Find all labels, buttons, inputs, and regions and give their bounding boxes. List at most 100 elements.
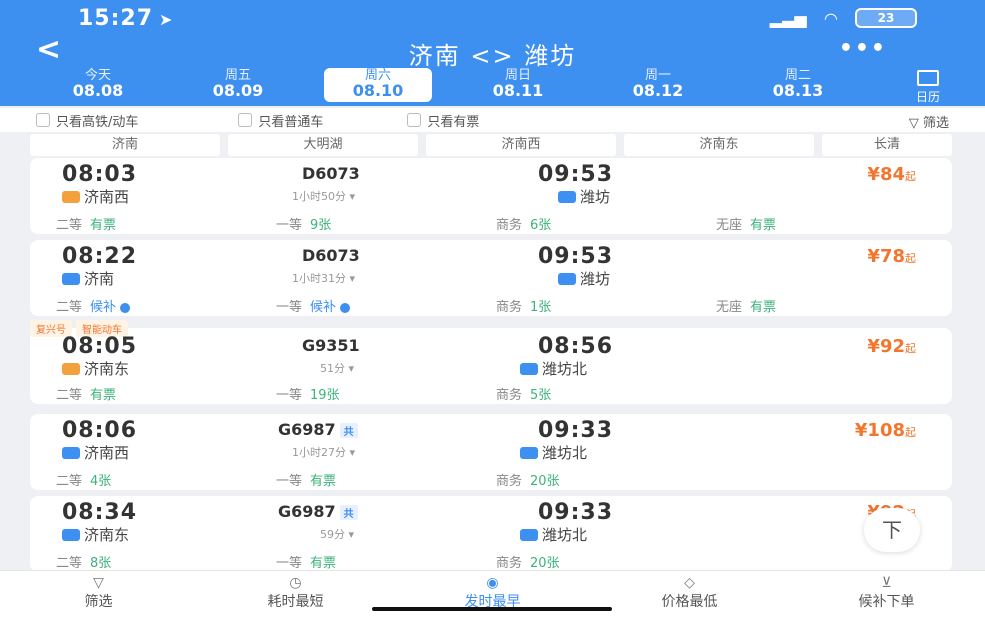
station-tab[interactable]: 济南东	[624, 134, 814, 156]
departure-time: 08:03	[62, 162, 138, 187]
arrival-time: 09:53	[538, 162, 614, 187]
date-item[interactable]: 今天 08.08	[28, 68, 168, 102]
price: ¥92起	[867, 336, 916, 357]
train-card[interactable]: 08:34 济南东 G6987共 59分 ▾ 09:33 潍坊北 ¥92起 二等…	[30, 496, 952, 570]
departure-station: 济南西	[84, 188, 130, 206]
tab-waitlist-order[interactable]: ⊻ 候补下单	[788, 571, 985, 617]
calendar-button[interactable]: 日历	[898, 70, 958, 105]
tab-lowest-price[interactable]: ◇ 价格最低	[591, 571, 788, 617]
duration-dropdown[interactable]: 59分 ▾	[320, 526, 354, 542]
waitlist-icon	[340, 302, 351, 313]
pass-station-icon	[62, 446, 80, 459]
battery-icon: 23	[855, 8, 917, 28]
high-speed-only-checkbox[interactable]: 只看高铁/动车	[36, 111, 138, 130]
train-card[interactable]: 08:06 济南西 G6987 共 1小时27分 ▾ 09:33 潍坊北 ¥108…	[30, 414, 952, 490]
departure-station: 济南	[84, 270, 115, 288]
status-time: 15:27 ➤	[78, 6, 174, 31]
pass-station-icon	[62, 528, 80, 541]
date-selector: 今天 08.08 周五 08.09 周六 08.10 周日 08.11 周一 08.12 …	[28, 68, 958, 105]
duration-dropdown[interactable]: 51分 ▾	[320, 360, 354, 376]
normal-only-checkbox[interactable]: 只看普通车	[238, 111, 323, 130]
filter-bar: 只看高铁/动车 只看普通车 只看有票 ▽ 筛选	[0, 108, 985, 132]
station-tab[interactable]: 济南西	[426, 134, 616, 156]
station-tabs: 济南 大明湖 济南西 济南东 长清	[30, 134, 952, 156]
arrival-time: 09:33	[538, 500, 614, 525]
departure-time: 08:05	[62, 334, 138, 359]
cart-icon: ⊻	[881, 575, 892, 591]
date-item-selected[interactable]: 周六 08.10	[324, 68, 432, 102]
pass-station-icon	[520, 362, 538, 375]
nav-bar: < 济南 <> 潍坊 •••	[0, 32, 985, 70]
arrival-time: 08:56	[538, 334, 614, 359]
home-indicator	[372, 607, 612, 611]
date-item[interactable]: 周日 08.11	[448, 68, 588, 102]
date-item[interactable]: 周五 08.09	[168, 68, 308, 102]
checkbox-icon	[36, 113, 50, 127]
departure-time: 08:22	[62, 244, 138, 269]
checkbox-icon	[407, 113, 422, 127]
calendar-icon	[917, 70, 939, 86]
tag-icon: ◇	[684, 575, 695, 591]
train-list: 08:03 济南西 D6073 1小时50分 ▾ 09:53 潍坊 ¥84起 二…	[30, 158, 952, 570]
price: ¥84起	[867, 164, 916, 185]
departure-time: 08:06	[62, 418, 138, 443]
origin-station-icon	[62, 362, 80, 375]
train-number: G6987 共	[278, 420, 358, 439]
train-card[interactable]: 复兴号 智能动车 08:05 济南东 G9351 51分 ▾ 08:56 潍坊北…	[30, 320, 952, 404]
pass-station-icon	[558, 272, 576, 285]
train-card[interactable]: 08:22 济南 D6073 1小时31分 ▾ 09:53 潍坊 ¥78起 二等…	[30, 240, 952, 316]
date-item[interactable]: 周二 08.13	[728, 68, 868, 102]
page-title: 济南 <> 潍坊	[408, 42, 577, 70]
duration-dropdown[interactable]: 1小时50分 ▾	[292, 188, 355, 204]
station-tab[interactable]: 大明湖	[228, 134, 418, 156]
train-number: G9351	[302, 336, 360, 355]
signal-icon: ▂▃▅	[769, 8, 807, 28]
header: 15:27 ➤ ▂▃▅ ◠ 23 < 济南 <> 潍坊 ••• 今天 08.08 周…	[0, 0, 985, 106]
seat-info: 二等 有票 一等 19张 商务 5张	[56, 388, 552, 403]
seat-info: 二等 4张 一等 有票 商务 20张	[56, 474, 560, 489]
checkbox-icon	[238, 113, 253, 127]
train-number: D6073	[302, 164, 360, 183]
train-card[interactable]: 08:03 济南西 D6073 1小时50分 ▾ 09:53 潍坊 ¥84起 二…	[30, 158, 952, 234]
clock-icon: ◷	[289, 575, 302, 591]
wifi-icon: ◠	[824, 8, 837, 28]
bottom-tabbar: ▽ 筛选 ◷ 耗时最短 ◉ 发时最早 ◇ 价格最低 ⊻ 候补下单	[0, 570, 985, 617]
shared-train-badge: 共	[339, 423, 358, 438]
shared-train-badge: 共	[339, 505, 358, 520]
pass-station-icon	[558, 190, 576, 203]
more-button[interactable]: •••	[839, 36, 887, 61]
departure-time: 08:34	[62, 500, 138, 525]
departure-station: 济南西	[84, 444, 130, 462]
pass-station-icon	[62, 272, 80, 285]
departure-station: 济南东	[84, 360, 130, 378]
filter-button[interactable]: ▽ 筛选	[909, 112, 949, 131]
seat-info: 二等 候补 一等 候补 商务 1张 无座 有票	[56, 300, 777, 315]
pass-station-icon	[520, 446, 538, 459]
arrival-station: 潍坊北	[542, 444, 588, 462]
status-bar: 15:27 ➤ ▂▃▅ ◠ 23	[0, 6, 985, 32]
available-only-checkbox[interactable]: 只看有票	[407, 111, 479, 130]
waitlist-icon	[120, 302, 131, 313]
filter-icon: ▽	[93, 575, 104, 591]
train-number: D6073	[302, 246, 360, 265]
date-item[interactable]: 周一 08.12	[588, 68, 728, 102]
tab-filter[interactable]: ▽ 筛选	[0, 571, 197, 617]
duration-dropdown[interactable]: 1小时31分 ▾	[292, 270, 355, 286]
duration-dropdown[interactable]: 1小时27分 ▾	[292, 444, 355, 460]
departure-station: 济南东	[84, 526, 130, 544]
price: ¥78起	[867, 246, 916, 267]
arrival-time: 09:53	[538, 244, 614, 269]
circle-icon: ◉	[486, 575, 499, 591]
train-number: G6987 共	[278, 502, 358, 521]
price: ¥108起	[854, 420, 916, 441]
tab-shortest-duration[interactable]: ◷ 耗时最短	[197, 571, 394, 617]
scroll-top-button[interactable]: 下	[864, 508, 920, 552]
arrival-station: 潍坊北	[542, 526, 588, 544]
seat-info: 二等 8张 一等 有票 商务 20张	[56, 556, 560, 570]
seat-info: 二等 有票 一等 9张 商务 6张 无座 有票	[56, 218, 777, 233]
station-tab[interactable]: 济南	[30, 134, 220, 156]
pass-station-icon	[520, 528, 538, 541]
arrival-station: 潍坊	[580, 188, 611, 206]
station-tab[interactable]: 长清	[822, 134, 952, 156]
arrival-station: 潍坊北	[542, 360, 588, 378]
